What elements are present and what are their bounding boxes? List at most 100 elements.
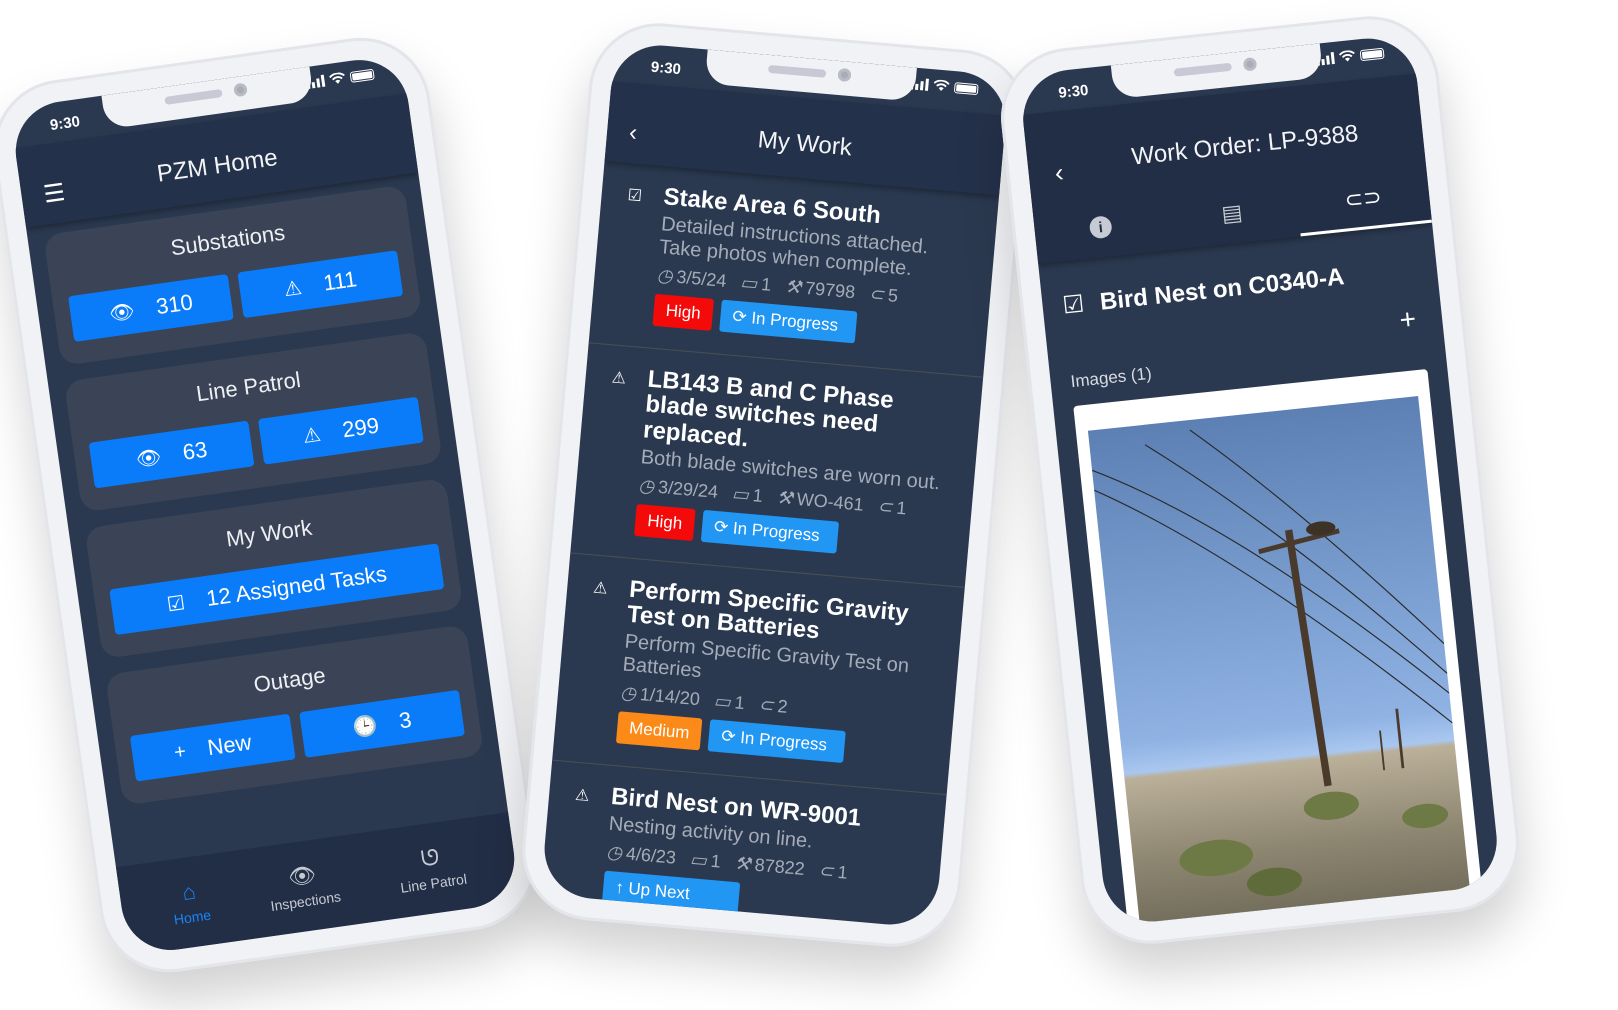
speaker — [164, 88, 223, 105]
tab-line-patrol[interactable]: ᘎ Line Patrol — [395, 841, 468, 895]
tab-inspections[interactable]: 👁 Inspections — [265, 859, 342, 914]
speaker — [1173, 62, 1233, 77]
image-card — [1073, 368, 1486, 927]
priority-badge: High — [634, 503, 696, 541]
phone-my-work: 9:30 ‹ My Work ☑ Stake Area 6 South Deta… — [516, 17, 1034, 953]
status-label: Up Next — [627, 879, 691, 904]
screen: 9:30 ‹ My Work ☑ Stake Area 6 South Deta… — [540, 41, 1010, 929]
button-value: 111 — [321, 266, 359, 296]
home-content: Substations 👁 310 ⚠ 111 Line Patrol 👁 63 ⚠ 2… — [43, 184, 492, 865]
line-patrol-issues-button[interactable]: ⚠ 299 — [257, 396, 424, 465]
screen: 9:30 ‹ Work Order: LP-9388 i ▤ ⊂⊃ ☑ Bird… — [1018, 33, 1502, 927]
paperclip-icon: ⊂ — [868, 283, 885, 305]
item-comments: 1 — [709, 851, 722, 872]
comment-icon: ▭ — [712, 690, 732, 713]
status-time: 9:30 — [650, 58, 682, 79]
wifi-icon — [933, 79, 950, 92]
battery-icon — [349, 68, 375, 83]
substations-issues-button[interactable]: ⚠ 111 — [237, 250, 404, 319]
list-item[interactable]: ⚠ LB143 B and C Phase blade switches nee… — [570, 343, 984, 588]
route-icon: ᘎ — [419, 844, 441, 872]
wifi-icon — [1338, 50, 1356, 64]
item-attachments: 1 — [836, 862, 849, 884]
clock-icon: ◷ — [655, 265, 674, 287]
comment-icon: ▭ — [731, 483, 750, 505]
status-button[interactable]: ⟳ In Progress — [700, 509, 840, 554]
status-label: In Progress — [732, 518, 821, 545]
button-value: 3 — [397, 706, 414, 734]
chevron-left-icon[interactable]: ‹ — [1053, 157, 1065, 189]
card-outage: Outage + New 🕒 3 — [105, 624, 484, 806]
tab-home[interactable]: ⌂ Home — [169, 877, 212, 928]
status-time: 9:30 — [48, 113, 82, 135]
hammer-icon: ⚒ — [784, 276, 803, 298]
item-date: 3/29/24 — [657, 476, 719, 502]
list-item[interactable]: ⚠ Perform Specific Gravity Test on Batte… — [552, 553, 965, 796]
item-date: 3/5/24 — [675, 266, 728, 292]
system-icons — [306, 68, 375, 90]
attached-photo[interactable] — [1087, 396, 1472, 927]
camera — [233, 82, 248, 98]
item-attachments: 1 — [895, 497, 908, 519]
item-work-order: WO-461 — [795, 488, 865, 515]
utility-pole-illustration — [1091, 429, 1453, 897]
paperclip-icon: ⊂ — [876, 495, 894, 518]
button-value: 299 — [340, 412, 381, 443]
paperclip-icon: ⊂⊃ — [1343, 183, 1383, 213]
plus-icon: + — [172, 740, 188, 764]
paperclip-icon: ⊂ — [757, 694, 775, 716]
item-comments: 1 — [733, 692, 746, 714]
clock-icon: 🕒 — [351, 714, 380, 740]
warning-icon: ⚠ — [592, 579, 609, 598]
priority-badge: Medium — [615, 711, 703, 751]
camera — [837, 67, 852, 83]
screen: 9:30 ☰ PZM Home Substations 👁310 ⚠111 — [9, 53, 521, 957]
add-image-button[interactable]: + — [1398, 303, 1418, 337]
list-item[interactable]: ☑ Stake Area 6 South Detailed instructio… — [588, 160, 1000, 378]
comment-icon: ▤ — [1220, 199, 1244, 227]
battery-icon — [1359, 47, 1385, 62]
home-icon: ⌂ — [180, 878, 198, 906]
button-value: New — [205, 729, 253, 761]
work-order-body: ☑ Bird Nest on C0340-A + Images (1) — [1038, 223, 1501, 927]
comment-icon: ▭ — [739, 272, 759, 294]
substations-inspections-button[interactable]: 👁 310 — [68, 273, 234, 342]
comment-icon: ▭ — [688, 849, 708, 871]
eye-icon: 👁 — [134, 445, 163, 471]
info-icon: i — [1088, 215, 1113, 240]
system-icons — [910, 77, 979, 96]
priority-badge: High — [652, 294, 714, 332]
item-date: 1/14/20 — [639, 684, 701, 710]
stage: 9:30 ☰ PZM Home Substations 👁310 ⚠111 — [0, 0, 1618, 1010]
status-button[interactable]: ⟳ In Progress — [719, 299, 858, 344]
eye-icon: 👁 — [107, 299, 137, 326]
speaker — [767, 64, 827, 78]
line-patrol-inspections-button[interactable]: 👁 63 — [88, 420, 255, 489]
new-outage-button[interactable]: + New — [129, 713, 296, 782]
status-button[interactable]: ⟳ In Progress — [708, 719, 847, 764]
button-value: 63 — [181, 436, 209, 465]
item-date: 4/6/23 — [625, 843, 677, 869]
camera — [1242, 57, 1258, 72]
pending-outages-button[interactable]: 🕒 3 — [299, 689, 466, 758]
phone-work-order: 9:30 ‹ Work Order: LP-9388 i ▤ ⊂⊃ ☑ Bird… — [994, 9, 1526, 951]
wifi-icon — [329, 72, 347, 86]
system-icons — [1316, 47, 1385, 66]
paperclip-icon: ⊂ — [817, 860, 835, 882]
status-time: 9:30 — [1057, 81, 1090, 102]
item-comments: 1 — [760, 274, 773, 296]
warning-icon: ⚠ — [610, 369, 627, 388]
checkbox-icon: ☑ — [165, 591, 187, 616]
hammer-icon: ⚒ — [733, 853, 752, 875]
status-button[interactable]: ↑ Up Next — [601, 870, 741, 915]
work-list: ☑ Stake Area 6 South Detailed instructio… — [540, 160, 1000, 929]
task-title: Bird Nest on C0340-A — [1098, 262, 1346, 316]
button-value: 12 Assigned Tasks — [204, 560, 389, 611]
warning-icon: ⚠ — [574, 786, 591, 806]
page-title: My Work — [756, 126, 853, 162]
item-comments: 1 — [751, 484, 764, 506]
checkbox-icon[interactable]: ☑ — [1061, 289, 1085, 320]
warning-icon: ⚠ — [282, 276, 304, 301]
warning-icon: ⚠ — [301, 423, 323, 448]
battery-icon — [953, 82, 979, 96]
